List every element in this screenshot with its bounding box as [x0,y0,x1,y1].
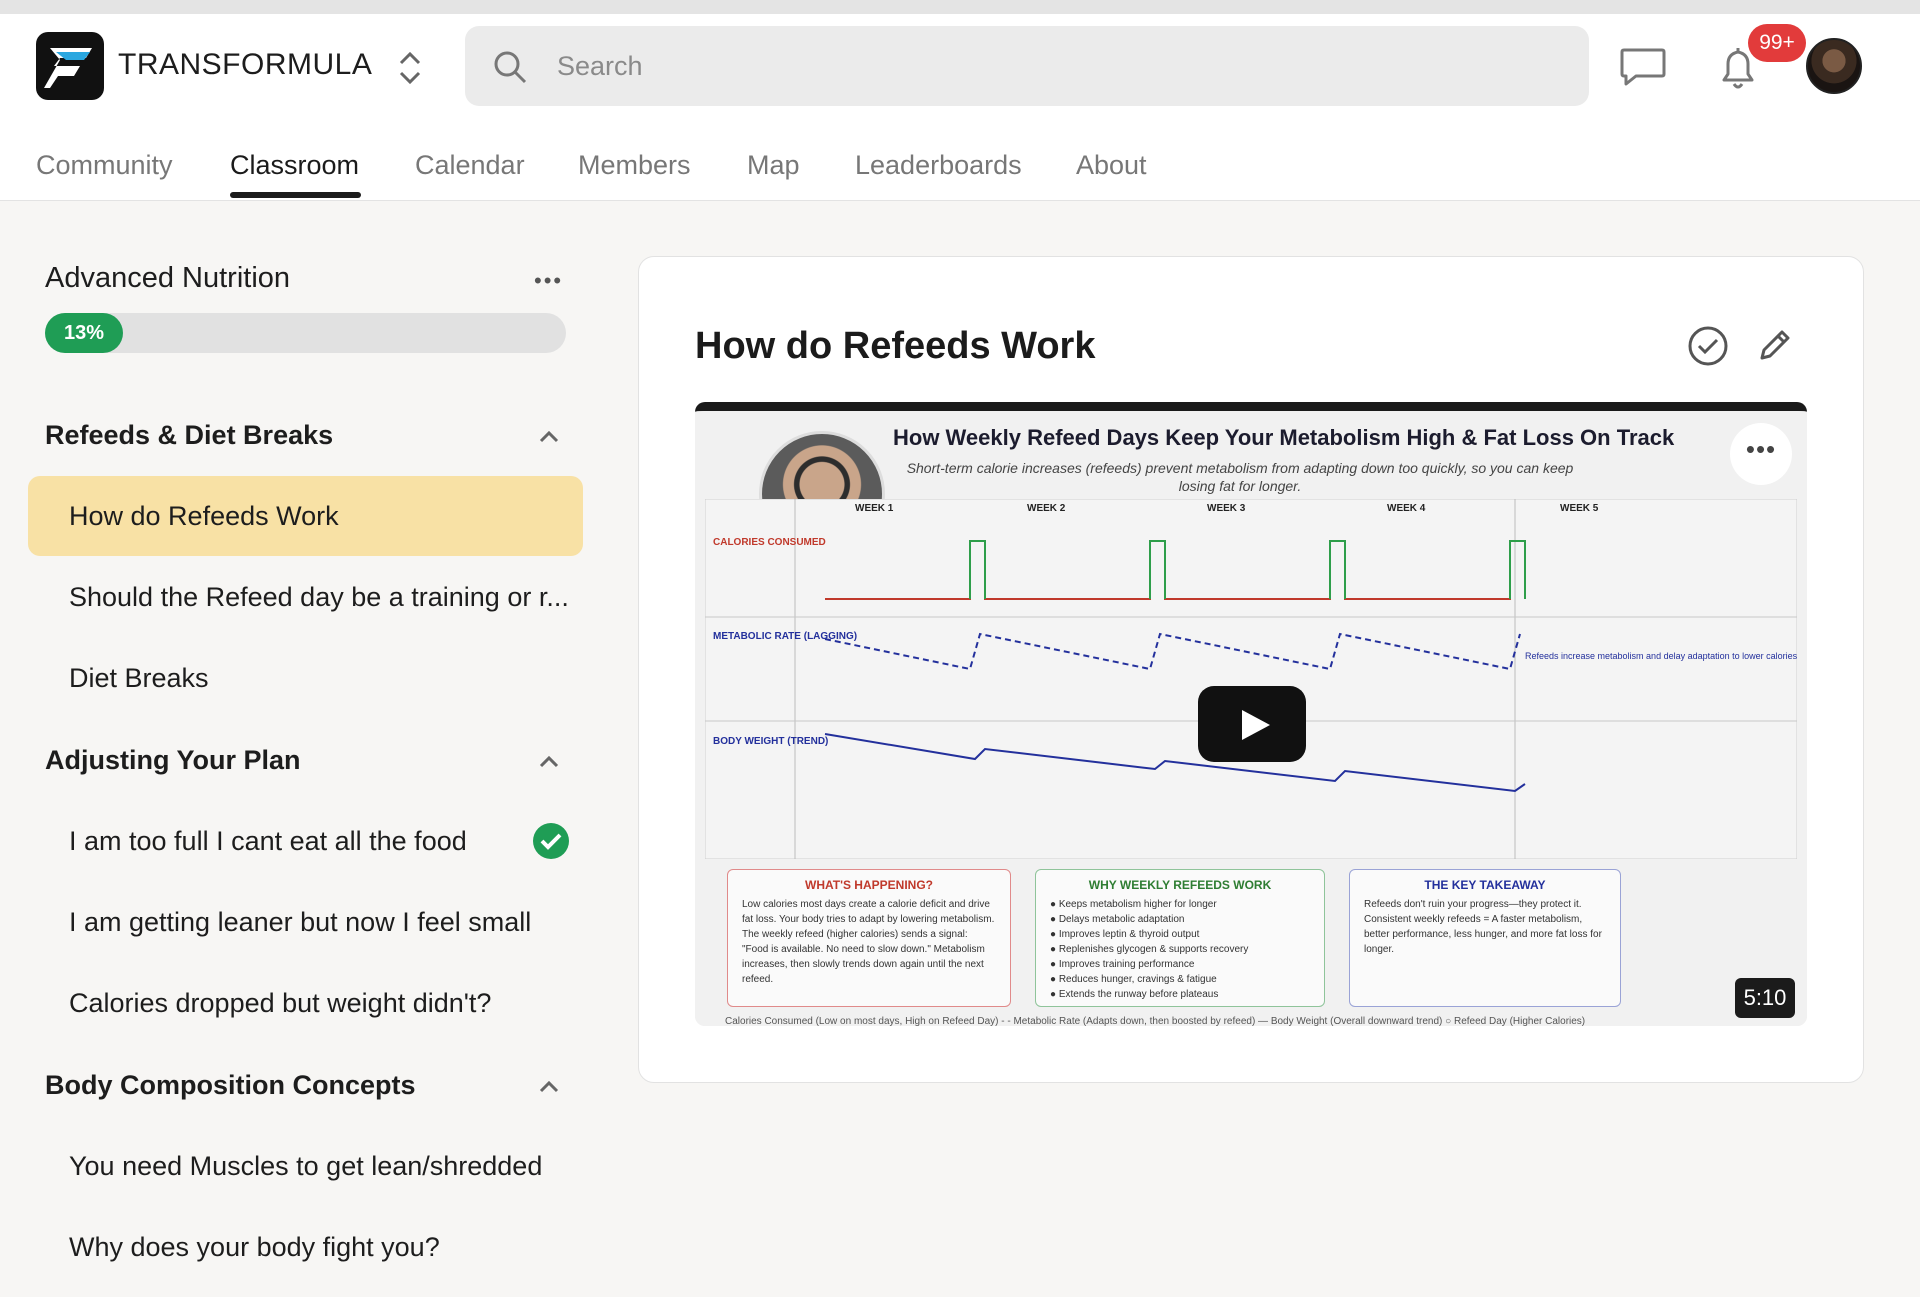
completed-check-icon [533,823,569,859]
top-header: TRANSFORMULA 99+ Community Classroom Cal… [0,14,1920,201]
lesson-item[interactable]: Why does your body fight you? [28,1207,583,1287]
course-sidebar: Advanced Nutrition ••• 13% Refeeds & Die… [0,202,600,1297]
lesson-item[interactable]: I am too full I cant eat all the food [28,801,583,881]
chart-legend: Calories Consumed (Low on most days, Hig… [725,1016,1586,1026]
row-label-weight: BODY WEIGHT (TREND) [713,736,828,747]
tab-classroom[interactable]: Classroom [230,150,359,181]
row-label-calories: CALORIES CONSUMED [713,537,826,548]
info-box-list-item: ● Reduces hunger, cravings & fatigue [1050,974,1217,985]
info-box-list-item: ● Replenishes glycogen & supports recove… [1050,944,1249,955]
week-label: WEEK 3 [1207,503,1246,514]
more-options-icon[interactable]: ••• [534,270,563,292]
week-label: WEEK 2 [1027,503,1066,514]
tab-community[interactable]: Community [36,150,173,181]
info-box-list-item: ● Keeps metabolism higher for longer [1050,899,1217,910]
week-label: WEEK 4 [1387,503,1426,514]
refeed-infographic-chart: WEEK 1 WEEK 2 WEEK 3 WEEK 4 WEEK 5 CALOR… [705,499,1797,859]
active-tab-indicator [230,192,361,198]
lesson-label: I am too full I cant eat all the food [69,826,467,856]
edit-pencil-icon[interactable] [1756,326,1794,364]
tab-about[interactable]: About [1076,150,1147,181]
search-bar[interactable] [465,26,1589,106]
lesson-label: Diet Breaks [69,663,209,693]
video-thumbnail: How Weekly Refeed Days Keep Your Metabol… [695,411,1807,1026]
info-box-text: Low calories most days create a calorie … [742,899,995,985]
section-title-refeeds[interactable]: Refeeds & Diet Breaks [45,420,333,451]
video-duration: 5:10 [1735,978,1795,1018]
lesson-item[interactable]: How do Refeeds Work [28,476,583,556]
search-input[interactable] [557,38,1537,94]
course-progress-bar: 13% [45,313,566,353]
tab-leaderboards[interactable]: Leaderboards [855,150,1022,181]
app-logo[interactable] [36,32,104,100]
browser-top-strip [0,0,1920,14]
metabolic-note: Refeeds increase metabolism and delay ad… [1525,651,1797,661]
info-box-text: Refeeds don't ruin your progress—they pr… [1364,899,1602,955]
chevron-up-icon[interactable] [536,424,562,450]
lesson-label: Why does your body fight you? [69,1232,440,1262]
user-avatar[interactable] [1806,38,1862,94]
chevron-up-icon[interactable] [536,749,562,775]
lesson-label: How do Refeeds Work [69,501,339,531]
info-box-why-refeeds: WHY WEEKLY REFEEDS WORK ● Keeps metaboli… [1035,869,1325,1007]
video-title: How Weekly Refeed Days Keep Your Metabol… [893,425,1675,450]
mark-complete-icon[interactable] [1687,325,1729,367]
tab-calendar[interactable]: Calendar [415,150,525,181]
info-box-list-item: ● Improves training performance [1050,959,1195,970]
info-box-whats-happening: WHAT'S HAPPENING? Low calories most days… [727,869,1011,1007]
video-subtitle: Short-term calorie increases (refeeds) p… [906,460,1574,494]
info-box-takeaway: THE KEY TAKEAWAY Refeeds don't ruin your… [1349,869,1621,1007]
info-box-list-item: ● Extends the runway before plateaus [1050,989,1219,1000]
lesson-item[interactable]: Should the Refeed day be a training or r… [28,557,583,637]
play-icon [1242,710,1270,740]
week-label: WEEK 5 [1560,503,1599,514]
info-box-list-item: ● Improves leptin & thyroid output [1050,929,1200,940]
lesson-item[interactable]: I am getting leaner but now I feel small [28,882,583,962]
lesson-label: You need Muscles to get lean/shredded [69,1151,543,1181]
week-label: WEEK 1 [855,503,894,514]
lesson-label: I am getting leaner but now I feel small [69,907,532,937]
notification-badge: 99+ [1748,24,1806,62]
course-progress-fill: 13% [45,313,123,353]
info-box-title: WHAT'S HAPPENING? [805,878,933,892]
tab-map[interactable]: Map [747,150,800,181]
search-icon [494,51,527,84]
video-menu-icon[interactable]: ••• [1730,423,1792,485]
section-title-body-composition[interactable]: Body Composition Concepts [45,1070,416,1101]
brand-name: TRANSFORMULA [118,48,373,81]
lesson-label: Should the Refeed day be a training or r… [69,582,569,612]
info-box-list-item: ● Delays metabolic adaptation [1050,914,1185,925]
lesson-card: How do Refeeds Work How Weekly Refeed Da… [638,256,1864,1083]
lesson-label: Calories dropped but weight didn't? [69,988,492,1018]
play-button[interactable] [1198,686,1306,762]
tab-members[interactable]: Members [578,150,691,181]
course-title: Advanced Nutrition [45,262,291,294]
video-player[interactable]: How Weekly Refeed Days Keep Your Metabol… [695,402,1807,1026]
lesson-item[interactable]: You need Muscles to get lean/shredded [28,1126,583,1206]
chat-icon[interactable] [1618,44,1668,90]
community-switcher-icon[interactable] [395,48,425,88]
main-tabs: Community Classroom Calendar Members Map… [0,132,1920,200]
lesson-title: How do Refeeds Work [695,325,1096,367]
info-box-title: THE KEY TAKEAWAY [1424,878,1546,892]
section-title-adjusting[interactable]: Adjusting Your Plan [45,745,301,776]
info-box-list: ● Keeps metabolism higher for longer ● De… [1050,897,1310,1002]
chevron-up-icon[interactable] [536,1074,562,1100]
lesson-item[interactable]: Diet Breaks [28,638,583,718]
lesson-item[interactable]: Calories dropped but weight didn't? [28,963,583,1043]
info-box-title: WHY WEEKLY REFEEDS WORK [1088,878,1272,892]
